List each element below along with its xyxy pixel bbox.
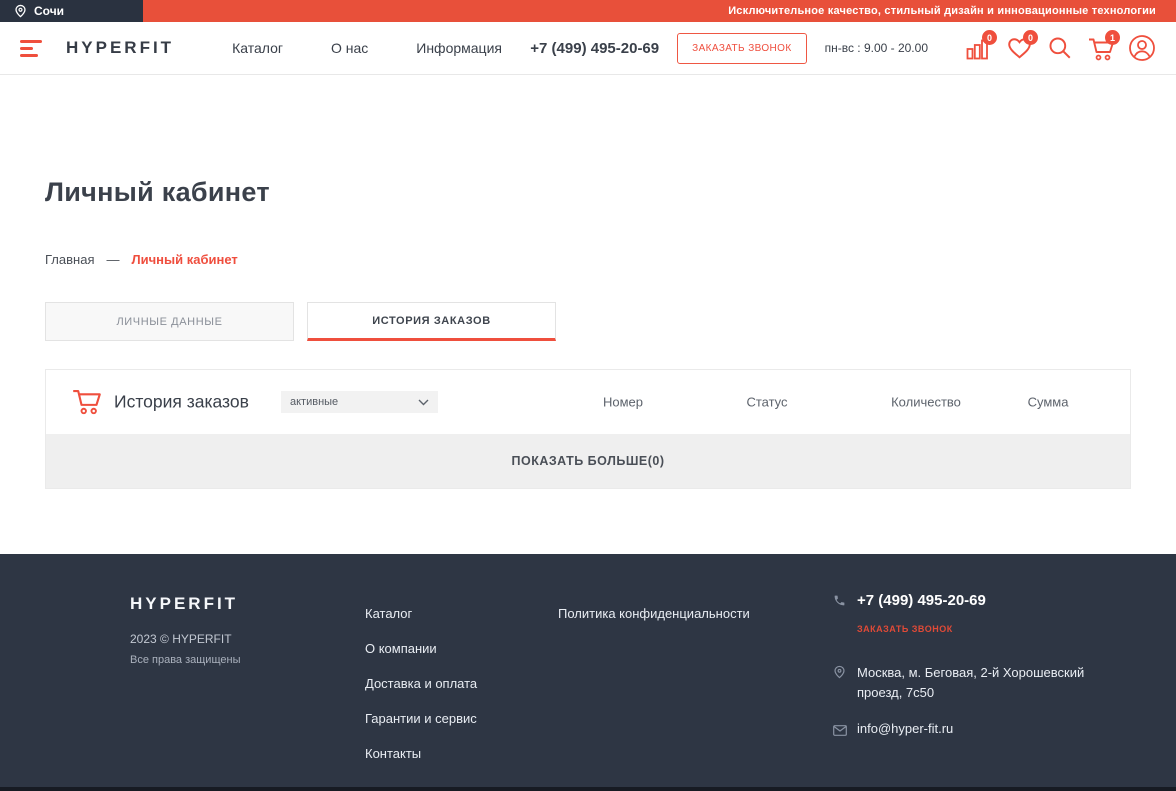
favorites-badge: 0 <box>1023 30 1038 45</box>
search-button[interactable] <box>1046 34 1074 62</box>
cart-icon <box>73 389 101 415</box>
footer-contacts: +7 (499) 495-20-69 ЗАКАЗАТЬ ЗВОНОК Москв… <box>833 592 1093 741</box>
order-history-panel: История заказов активные Номер Статус Ко… <box>45 369 1131 489</box>
footer-links: Каталог О компании Доставка и оплата Гар… <box>365 606 477 761</box>
footer-email-row: info@hyper-fit.ru <box>833 721 1093 741</box>
column-header-quantity: Количество <box>891 394 961 410</box>
footer-link-catalog[interactable]: Каталог <box>365 606 477 621</box>
location-pin-icon <box>15 4 26 18</box>
chevron-down-icon <box>418 399 429 405</box>
show-more-button[interactable]: ПОКАЗАТЬ БОЛЬШЕ(0) <box>46 434 1130 488</box>
cart-button[interactable]: 1 <box>1087 30 1120 62</box>
column-header-status: Статус <box>746 394 788 410</box>
promo-text: Исключительное качество, стильный дизайн… <box>728 5 1156 17</box>
menu-button[interactable] <box>20 39 42 57</box>
nav-item-about[interactable]: О нас <box>331 40 368 56</box>
orders-filter-value: активные <box>290 396 339 408</box>
working-hours: пн-вс : 9.00 - 20.00 <box>824 41 928 55</box>
breadcrumb-home-link[interactable]: Главная <box>45 252 94 267</box>
footer-link-warranty[interactable]: Гарантии и сервис <box>365 711 477 726</box>
hamburger-icon <box>20 39 42 43</box>
header-right: +7 (499) 495-20-69 ЗАКАЗАТЬ ЗВОНОК пн-вс… <box>530 30 1156 64</box>
compare-button[interactable]: 0 <box>964 30 997 62</box>
user-icon <box>1129 35 1155 61</box>
footer-phone[interactable]: +7 (499) 495-20-69 <box>857 592 986 609</box>
city-selector[interactable]: Сочи <box>0 0 143 22</box>
orders-title: История заказов <box>114 391 249 412</box>
main-nav: Каталог О нас Информация <box>232 40 502 56</box>
tab-order-history[interactable]: ИСТОРИЯ ЗАКАЗОВ <box>307 302 556 341</box>
column-header-number: Номер <box>602 394 644 410</box>
favorites-button[interactable]: 0 <box>1005 30 1038 62</box>
cart-badge: 1 <box>1105 30 1120 45</box>
footer-address: Москва, м. Беговая, 2-й Хорошевский прое… <box>857 665 1085 701</box>
tab-personal-data[interactable]: ЛИЧНЫЕ ДАННЫЕ <box>45 302 294 341</box>
phone-icon <box>833 592 848 612</box>
main-content: Личный кабинет Главная — Личный кабинет … <box>45 177 1131 489</box>
email-icon <box>833 721 848 741</box>
hamburger-icon-line <box>20 53 38 57</box>
site-footer: HYPERFIT 2023 © HYPERFIT Все права защищ… <box>0 554 1176 787</box>
search-icon <box>1049 37 1071 59</box>
footer-privacy-policy-link[interactable]: Политика конфиденциальности <box>558 606 750 621</box>
account-tabs: ЛИЧНЫЕ ДАННЫЕ ИСТОРИЯ ЗАКАЗОВ <box>45 302 1131 341</box>
callback-button[interactable]: ЗАКАЗАТЬ ЗВОНОК <box>677 32 807 64</box>
footer-copyright: 2023 © HYPERFIT <box>130 632 232 646</box>
top-utility-bar: Сочи Исключительное качество, стильный д… <box>0 0 1176 22</box>
footer-address-row: Москва, м. Беговая, 2-й Хорошевский прое… <box>833 663 1093 703</box>
promo-banner: Исключительное качество, стильный дизайн… <box>143 0 1176 22</box>
footer-link-company[interactable]: О компании <box>365 641 477 656</box>
orders-filter-select[interactable]: активные <box>281 391 438 413</box>
breadcrumb-current: Личный кабинет <box>131 252 238 267</box>
footer-rights: Все права защищены <box>130 654 241 666</box>
site-header: HYPERFIT Каталог О нас Информация +7 (49… <box>0 22 1176 75</box>
header-icons: 0 0 1 <box>964 30 1156 62</box>
city-label: Сочи <box>34 4 65 18</box>
footer-link-delivery[interactable]: Доставка и оплата <box>365 676 477 691</box>
location-pin-icon <box>833 663 848 684</box>
hamburger-icon-line <box>20 46 33 50</box>
header-phone[interactable]: +7 (499) 495-20-69 <box>530 40 659 57</box>
footer-phone-row: +7 (499) 495-20-69 <box>833 592 1093 612</box>
page-title: Личный кабинет <box>45 177 270 207</box>
footer-logo[interactable]: HYPERFIT <box>130 594 238 614</box>
footer-email[interactable]: info@hyper-fit.ru <box>857 721 953 736</box>
footer-link-contacts[interactable]: Контакты <box>365 746 477 761</box>
logo[interactable]: HYPERFIT <box>66 38 174 58</box>
compare-badge: 0 <box>982 30 997 45</box>
account-button[interactable] <box>1128 34 1156 62</box>
bottom-strip <box>0 787 1176 791</box>
breadcrumb: Главная — Личный кабинет <box>45 252 1131 267</box>
nav-item-info[interactable]: Информация <box>416 40 502 56</box>
breadcrumb-separator: — <box>106 252 120 267</box>
footer-callback-link[interactable]: ЗАКАЗАТЬ ЗВОНОК <box>857 624 953 634</box>
order-history-header: История заказов активные Номер Статус Ко… <box>46 370 1130 434</box>
column-header-sum: Сумма <box>1027 394 1069 410</box>
nav-item-catalog[interactable]: Каталог <box>232 40 283 56</box>
